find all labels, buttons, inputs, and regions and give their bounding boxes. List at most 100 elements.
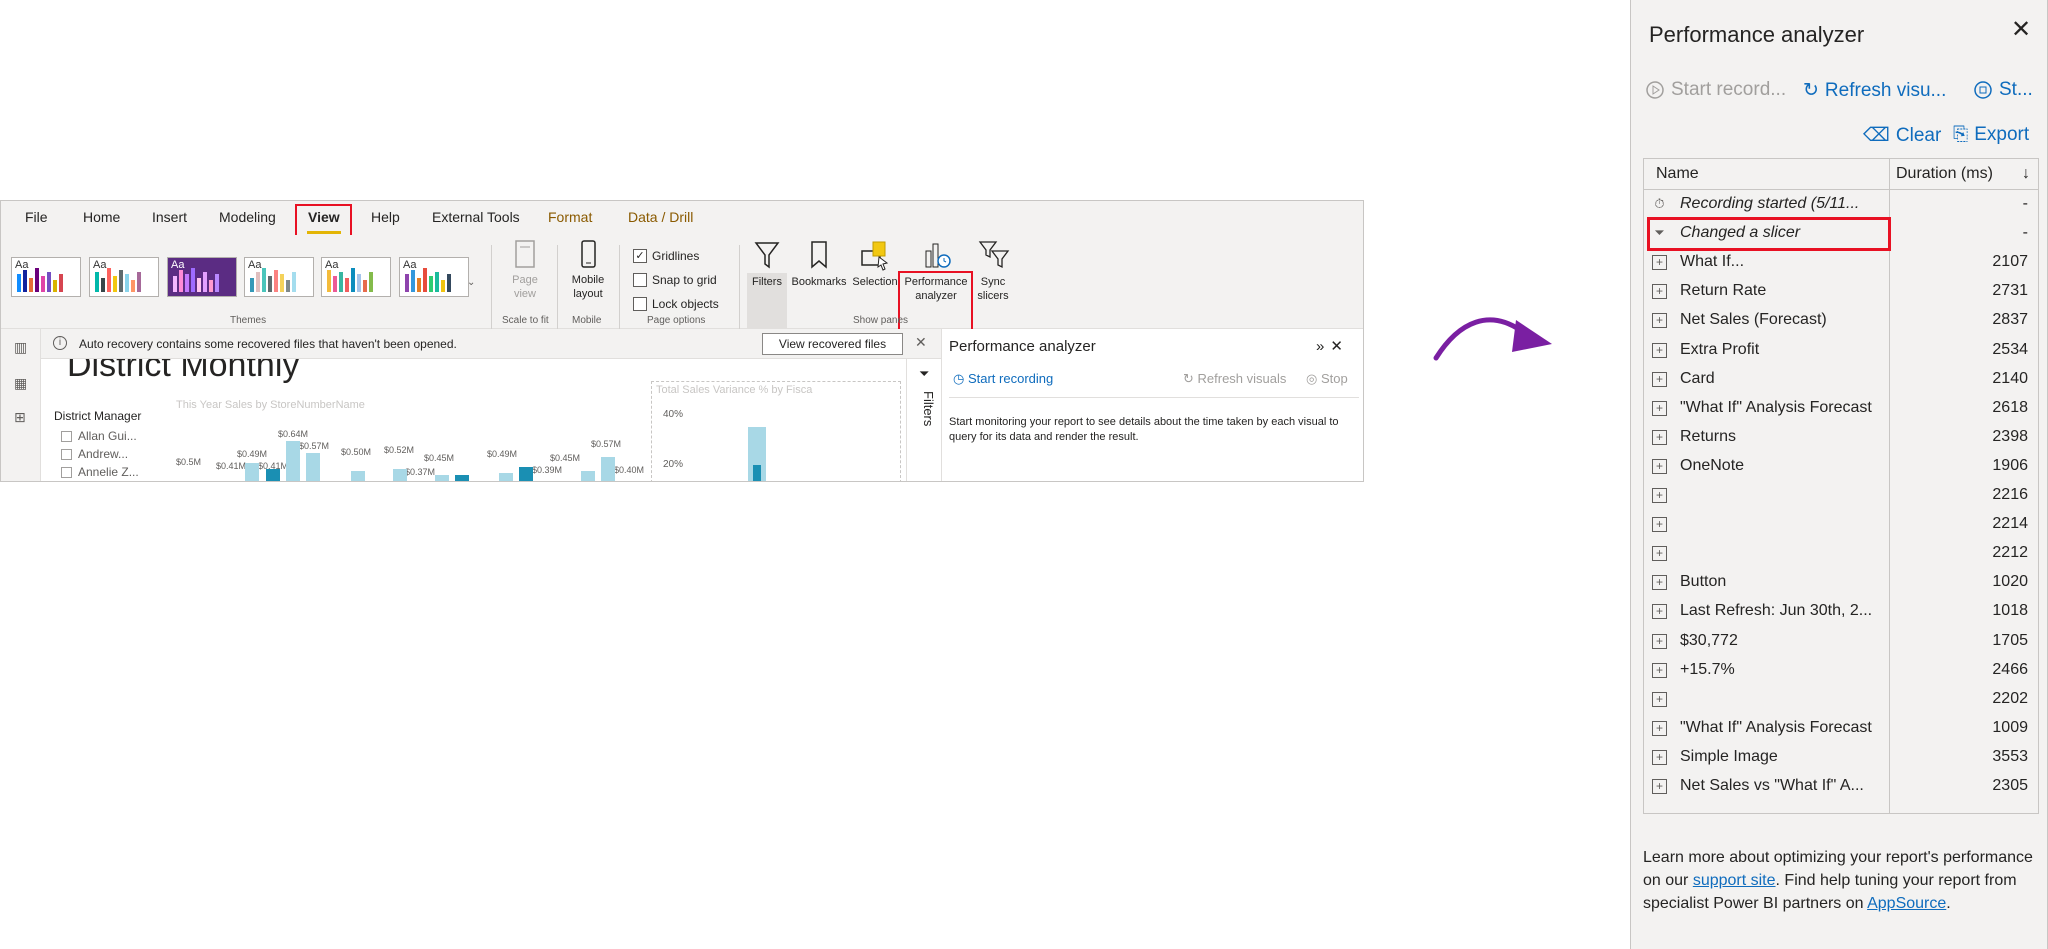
menu-data-drill[interactable]: Data / Drill — [628, 209, 693, 225]
table-row[interactable]: +2202 — [1644, 685, 2038, 714]
chart-bar[interactable] — [245, 463, 259, 481]
expand-icon[interactable]: + — [1652, 633, 1667, 649]
chart-bar[interactable] — [581, 471, 595, 481]
chart-bar[interactable] — [393, 469, 407, 481]
table-row[interactable]: + Simple Image 3553 — [1644, 743, 2038, 772]
table-row[interactable]: + OneNote 1906 — [1644, 452, 2038, 481]
menu-help[interactable]: Help — [371, 209, 400, 225]
table-row[interactable]: +2212 — [1644, 539, 2038, 568]
sort-descending-icon[interactable]: ↓ — [2022, 159, 2030, 189]
theme-thumbnail[interactable]: Aa — [89, 257, 159, 297]
theme-thumbnail[interactable]: Aa — [321, 257, 391, 297]
export-button[interactable]: ⎘ Export — [1953, 124, 2029, 146]
table-row[interactable]: + "What If" Analysis Forecast 2618 — [1644, 394, 2038, 423]
filters-pane-button[interactable]: Filters — [745, 239, 789, 289]
sync-slicers-button[interactable]: Sync slicers — [973, 239, 1013, 303]
table-row[interactable]: + Returns 2398 — [1644, 423, 2038, 452]
pa-mini-stop[interactable]: ◎ Stop — [1306, 371, 1348, 387]
menu-insert[interactable]: Insert — [152, 209, 187, 225]
expand-close-icons[interactable]: »✕ — [1316, 337, 1349, 355]
expand-icon[interactable]: + — [1652, 517, 1667, 533]
table-row[interactable]: +2214 — [1644, 510, 2038, 539]
expand-icon[interactable]: + — [1652, 691, 1667, 707]
chart-bar[interactable] — [601, 457, 615, 481]
menu-format[interactable]: Format — [548, 209, 592, 225]
expand-icon[interactable]: + — [1652, 546, 1667, 562]
table-row[interactable]: +2216 — [1644, 481, 2038, 510]
lock-objects-checkbox[interactable]: Lock objects — [633, 297, 719, 311]
refresh-visuals-button[interactable]: ↻ Refresh visu... — [1803, 79, 1946, 102]
column-header-duration[interactable]: Duration (ms) — [1896, 159, 1993, 189]
page-view-button[interactable]: Page view — [501, 239, 549, 301]
expand-icon[interactable]: + — [1652, 429, 1667, 445]
appsource-link[interactable]: AppSource — [1867, 895, 1946, 912]
table-row[interactable]: + Button 1020 — [1644, 568, 2038, 597]
expand-icon[interactable]: + — [1652, 720, 1667, 736]
variance-chart[interactable] — [651, 381, 901, 481]
table-row[interactable]: ⏱ Recording started (5/11... - — [1644, 190, 2038, 219]
expand-icon[interactable]: + — [1652, 255, 1667, 271]
bookmarks-pane-button[interactable]: Bookmarks — [789, 239, 849, 289]
expand-icon[interactable]: + — [1652, 575, 1667, 591]
chart-bar[interactable] — [351, 471, 365, 481]
expand-icon[interactable]: + — [1652, 313, 1667, 329]
table-row[interactable]: + Extra Profit 2534 — [1644, 336, 2038, 365]
expand-icon[interactable]: + — [1652, 488, 1667, 503]
table-row[interactable]: + Return Rate 2731 — [1644, 277, 2038, 306]
theme-thumbnail[interactable]: Aa — [399, 257, 469, 297]
table-row[interactable]: + What If... 2107 — [1644, 248, 2038, 277]
theme-thumbnail[interactable]: Aa — [11, 257, 81, 297]
expand-icon[interactable]: + — [1652, 458, 1667, 474]
table-row[interactable]: + Net Sales vs "What If" A... 2305 — [1644, 772, 2038, 801]
start-recording-button[interactable]: Start record... — [1645, 79, 1786, 101]
mobile-layout-button[interactable]: Mobile layout — [563, 239, 613, 301]
table-row[interactable]: + "What If" Analysis Forecast 1009 — [1644, 714, 2038, 743]
expand-icon[interactable]: + — [1652, 284, 1667, 300]
chart-bar[interactable] — [519, 467, 533, 481]
themes-expand-icon[interactable]: ⌄ — [467, 277, 475, 288]
chart-bar[interactable] — [435, 475, 449, 481]
expand-icon[interactable]: + — [1652, 779, 1667, 794]
chart-bar[interactable] — [499, 473, 513, 481]
data-view-icon[interactable]: ▦ — [14, 375, 27, 392]
close-icon[interactable]: ✕ — [915, 334, 927, 351]
expand-icon[interactable]: + — [1652, 342, 1667, 358]
pa-mini-start-recording[interactable]: ◷ Start recording — [953, 371, 1053, 387]
slicer-item[interactable]: Annelie Z... — [61, 465, 139, 479]
view-recovered-files-button[interactable]: View recovered files — [762, 333, 903, 355]
table-row[interactable]: + Net Sales (Forecast) 2837 — [1644, 306, 2038, 335]
support-site-link[interactable]: support site — [1693, 872, 1776, 889]
slicer-item[interactable]: Allan Gui... — [61, 429, 137, 443]
report-view-icon[interactable]: ▥ — [14, 339, 27, 356]
table-row[interactable]: + +15.7% 2466 — [1644, 656, 2038, 685]
menu-external-tools[interactable]: External Tools — [432, 209, 520, 225]
expand-icon[interactable]: + — [1652, 662, 1667, 678]
theme-thumbnail[interactable]: Aa — [244, 257, 314, 297]
expand-icon[interactable]: + — [1652, 371, 1667, 387]
close-icon[interactable]: ✕ — [2011, 18, 2031, 42]
snap-to-grid-checkbox[interactable]: Snap to grid — [633, 273, 717, 287]
expand-icon[interactable]: + — [1652, 749, 1667, 765]
chart-bar[interactable] — [455, 475, 469, 481]
menu-file[interactable]: File — [25, 209, 48, 225]
menu-home[interactable]: Home — [83, 209, 120, 225]
chart-bar[interactable] — [286, 441, 300, 481]
table-row[interactable]: + $30,772 1705 — [1644, 627, 2038, 656]
column-header-name[interactable]: Name — [1656, 159, 1699, 189]
chart-bar[interactable] — [753, 465, 761, 481]
stop-button[interactable]: St... — [1973, 79, 2033, 101]
chart-bar[interactable] — [306, 453, 320, 481]
gridlines-checkbox[interactable]: ✓ Gridlines — [633, 249, 699, 263]
model-view-icon[interactable]: ⊞ — [14, 409, 26, 426]
theme-thumbnail[interactable]: Aa — [167, 257, 237, 297]
expand-icon[interactable]: + — [1652, 400, 1667, 416]
table-row[interactable]: + Card 2140 — [1644, 365, 2038, 394]
menu-modeling[interactable]: Modeling — [219, 209, 276, 225]
expand-icon[interactable]: + — [1652, 604, 1667, 620]
clear-button[interactable]: ⌫ Clear — [1863, 124, 1941, 147]
pa-mini-refresh-visuals[interactable]: ↻ Refresh visuals — [1183, 371, 1286, 387]
selection-pane-button[interactable]: Selection — [851, 239, 899, 289]
slicer-item[interactable]: Andrew... — [61, 447, 128, 461]
table-row[interactable]: + Last Refresh: Jun 30th, 2... 1018 — [1644, 597, 2038, 626]
chart-bar[interactable] — [266, 469, 280, 481]
